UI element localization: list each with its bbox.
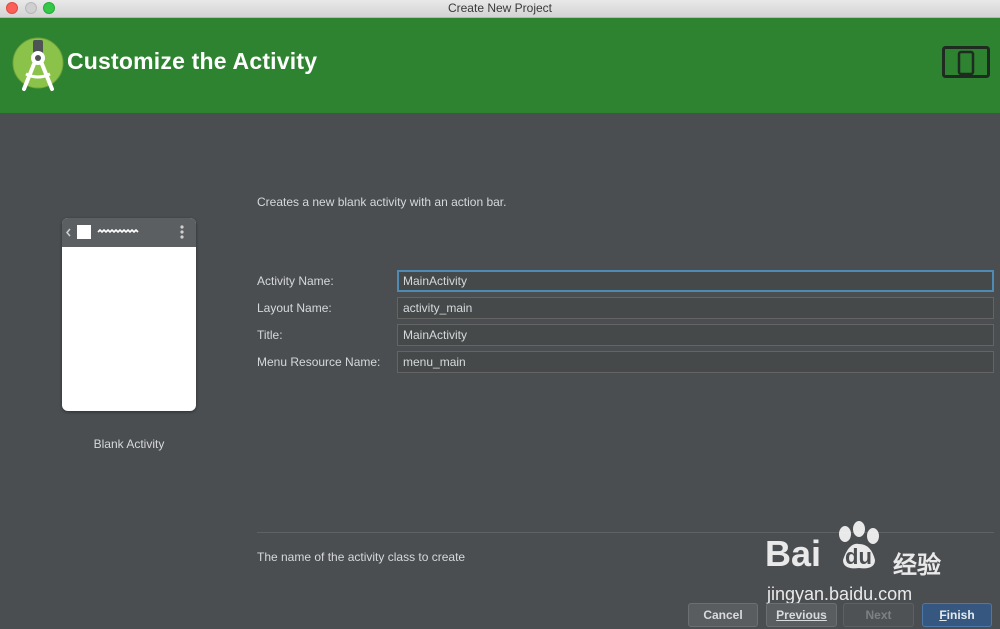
page-title: Customize the Activity [67, 48, 318, 74]
finish-button[interactable]: Finish [922, 603, 992, 627]
activity-description: Creates a new blank activity with an act… [257, 195, 507, 209]
preview-action-bar [62, 218, 196, 247]
layout-name-row: Layout Name: [257, 297, 994, 319]
preview-action-bar-icons [66, 225, 184, 239]
window-title: Create New Project [447, 1, 553, 15]
watermark-brand-right: du [845, 544, 872, 569]
layout-name-label: Layout Name: [257, 301, 332, 315]
field-help-text: The name of the activity class to create [257, 550, 466, 564]
watermark-brand-cn: 经验 [893, 552, 941, 579]
android-studio-logo-icon [12, 37, 64, 91]
menu-resource-name-field[interactable] [397, 351, 994, 373]
finish-label-rest: inish [946, 608, 975, 622]
wizard-header: Customize the Activity [0, 18, 1000, 113]
baidu-watermark: Bai du 经验 jingyan.baidu.com [765, 520, 950, 608]
watermark-url: jingyan.baidu.com [767, 584, 913, 604]
activity-preview [62, 218, 196, 411]
title-row: Title: [257, 324, 994, 346]
preview-label: Blank Activity [93, 437, 165, 451]
cancel-button[interactable]: Cancel [688, 603, 758, 627]
title-label: Title: [257, 328, 283, 342]
previous-button[interactable]: Previous [766, 603, 837, 627]
activity-name-row: Activity Name: [257, 270, 994, 292]
window-titlebar: Create New Project [0, 0, 1000, 18]
layout-name-field[interactable] [397, 297, 994, 319]
watermark-brand-left: Bai [765, 533, 822, 574]
title-field[interactable] [397, 324, 994, 346]
finish-mnemonic: F [939, 608, 947, 622]
activity-name-label: Activity Name: [257, 274, 334, 288]
tablet-phone-icon [942, 46, 990, 78]
menu-resource-name-row: Menu Resource Name: [257, 351, 994, 373]
menu-resource-name-label: Menu Resource Name: [257, 355, 381, 369]
next-button[interactable]: Next [843, 603, 914, 627]
activity-name-field[interactable] [397, 270, 994, 292]
